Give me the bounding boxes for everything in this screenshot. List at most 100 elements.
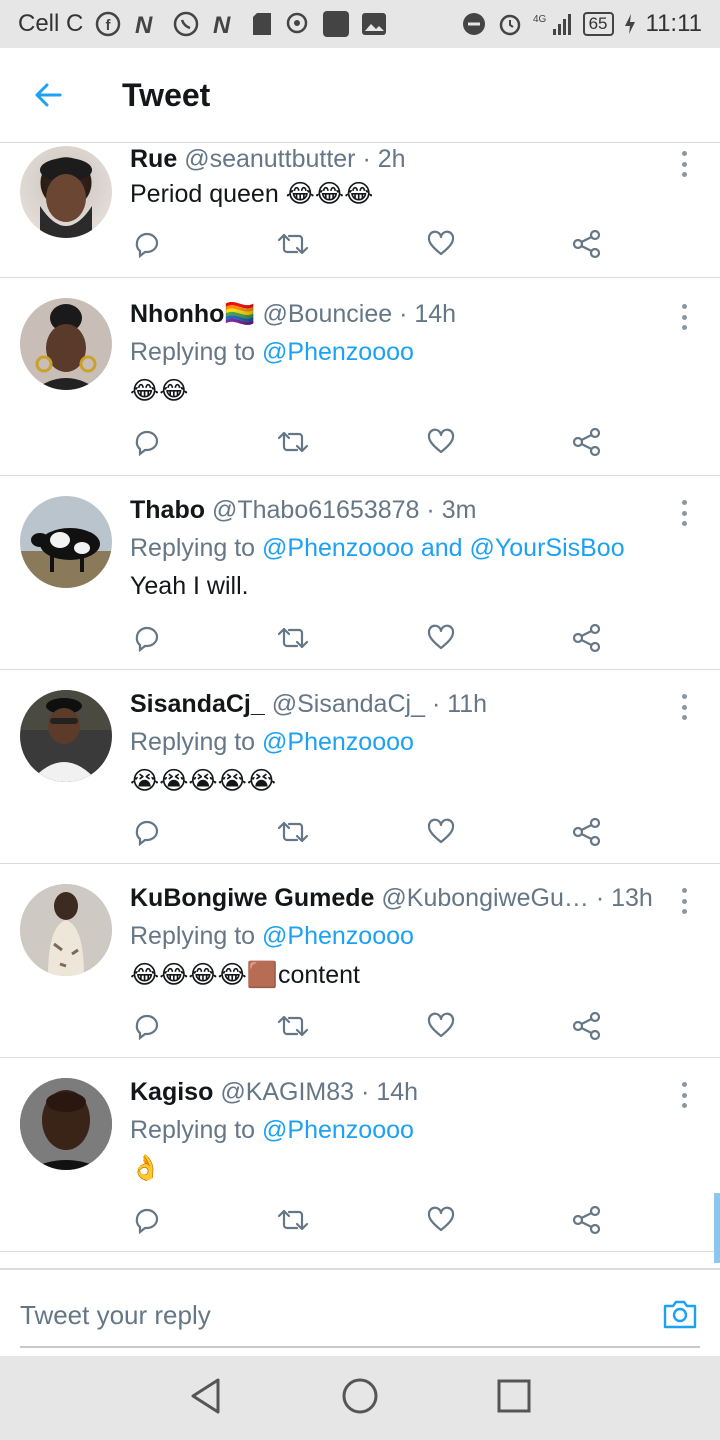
replying-to: Replying to @Phenzoooo <box>130 922 414 951</box>
reply-button[interactable] <box>130 621 164 655</box>
tweet-item[interactable]: SisandaCj_ @SisandaCj_ · 11h Replying to… <box>0 670 720 864</box>
separator-dot: · <box>426 496 435 524</box>
heart-icon <box>427 818 455 844</box>
camera-button[interactable] <box>662 1296 698 1332</box>
heart-icon <box>427 1206 455 1232</box>
like-button[interactable] <box>424 1203 458 1237</box>
like-button[interactable] <box>424 621 458 655</box>
reply-composer: Tweet your reply <box>0 1268 720 1358</box>
more-vertical-icon[interactable] <box>674 149 694 179</box>
tweet-text: 👌 <box>130 1154 162 1182</box>
svg-text:N: N <box>135 12 153 36</box>
like-button[interactable] <box>424 227 458 261</box>
author-handle[interactable]: @seanuttbutter <box>184 145 355 173</box>
nav-back-button[interactable] <box>188 1376 224 1421</box>
reply-button[interactable] <box>130 1203 164 1237</box>
author-handle[interactable]: @KubongiweGu… <box>381 884 588 912</box>
like-button[interactable] <box>424 815 458 849</box>
dnd-icon <box>461 11 487 37</box>
tweet-header: Kagiso @KAGIM83 · 14h <box>130 1078 660 1107</box>
reply-button[interactable] <box>130 815 164 849</box>
svg-text:f: f <box>106 17 112 34</box>
avatar[interactable] <box>20 146 112 238</box>
author-handle[interactable]: @KAGIM83 <box>220 1078 354 1106</box>
share-button[interactable] <box>570 815 604 849</box>
avatar[interactable] <box>20 690 112 782</box>
more-vertical-icon[interactable] <box>674 692 694 722</box>
avatar[interactable] <box>20 884 112 976</box>
tweet-time: 3m <box>441 496 477 524</box>
tweet-item[interactable]: KuBongiwe Gumede @KubongiweGu… · 13h Rep… <box>0 864 720 1058</box>
retweet-button[interactable] <box>276 1009 310 1043</box>
back-button[interactable] <box>0 48 96 143</box>
tweet-item[interactable]: Nhonho🏳️‍🌈 @Bounciee · 14h Replying to @… <box>0 278 720 476</box>
author-handle[interactable]: @Bounciee <box>263 300 393 328</box>
avatar[interactable] <box>20 496 112 588</box>
avatar[interactable] <box>20 298 112 390</box>
nav-home-button[interactable] <box>340 1376 380 1421</box>
share-button[interactable] <box>570 1203 604 1237</box>
reply-icon <box>135 430 159 456</box>
news-icon-2: N <box>211 12 239 36</box>
tweet-text: Period queen 😂😂😂 <box>130 180 374 208</box>
sd-card-icon <box>251 11 273 37</box>
author-name[interactable]: Rue <box>130 145 177 173</box>
like-button[interactable] <box>424 1009 458 1043</box>
separator-dot: · <box>361 1078 370 1106</box>
retweet-button[interactable] <box>276 815 310 849</box>
reply-button[interactable] <box>130 425 164 459</box>
replies-list[interactable]: Rue @seanuttbutter · 2h Period queen 😂😂😂… <box>0 143 720 1253</box>
arrow-left-icon <box>35 83 62 107</box>
author-name[interactable]: Thabo <box>130 496 205 524</box>
mention-link[interactable]: @Phenzoooo <box>262 338 414 366</box>
retweet-icon <box>277 627 309 649</box>
reply-input[interactable]: Tweet your reply <box>20 1300 211 1331</box>
camera-icon <box>663 1300 697 1329</box>
author-handle[interactable]: @SisandaCj_ <box>272 690 425 718</box>
tweet-item[interactable]: Rue @seanuttbutter · 2h Period queen 😂😂😂 <box>0 143 720 278</box>
author-name[interactable]: Nhonho🏳️‍🌈 <box>130 300 256 328</box>
retweet-button[interactable] <box>276 621 310 655</box>
input-underline <box>20 1346 700 1348</box>
reply-button[interactable] <box>130 227 164 261</box>
separator-dot: · <box>362 145 371 173</box>
author-name[interactable]: KuBongiwe Gumede <box>130 884 374 912</box>
retweet-icon <box>277 431 309 453</box>
share-button[interactable] <box>570 227 604 261</box>
author-name[interactable]: Kagiso <box>130 1078 213 1106</box>
share-button[interactable] <box>570 425 604 459</box>
more-vertical-icon[interactable] <box>674 886 694 916</box>
tweet-actions <box>130 1203 610 1243</box>
replying-to-label: Replying to <box>130 534 256 562</box>
mention-link[interactable]: @Phenzoooo and @YourSisBoo <box>262 534 625 562</box>
heart-icon <box>427 230 455 256</box>
hotspot-icon <box>285 11 311 37</box>
author-handle[interactable]: @Thabo61653878 <box>212 496 420 524</box>
nav-recents-button[interactable] <box>496 1378 532 1419</box>
mention-link[interactable]: @Phenzoooo <box>262 728 414 756</box>
retweet-button[interactable] <box>276 227 310 261</box>
whatsapp-icon <box>173 11 199 37</box>
share-button[interactable] <box>570 621 604 655</box>
scrollbar-thumb[interactable] <box>714 1193 720 1263</box>
share-button[interactable] <box>570 1009 604 1043</box>
tweet-time: 14h <box>376 1078 419 1106</box>
tweet-text: 😂😂 <box>130 377 189 405</box>
more-vertical-icon[interactable] <box>674 1080 694 1110</box>
more-vertical-icon[interactable] <box>674 498 694 528</box>
retweet-button[interactable] <box>276 425 310 459</box>
retweet-button[interactable] <box>276 1203 310 1237</box>
reply-button[interactable] <box>130 1009 164 1043</box>
avatar[interactable] <box>20 1078 112 1170</box>
like-button[interactable] <box>424 425 458 459</box>
tweet-time: 11h <box>447 690 488 718</box>
triangle-back-icon <box>191 1378 220 1413</box>
reply-icon <box>135 232 159 258</box>
tweet-item[interactable]: Thabo @Thabo61653878 · 3m Replying to @P… <box>0 476 720 670</box>
tweet-item[interactable]: Kagiso @KAGIM83 · 14h Replying to @Phenz… <box>0 1058 720 1252</box>
author-name[interactable]: SisandaCj_ <box>130 690 265 718</box>
mention-link[interactable]: @Phenzoooo <box>262 922 414 950</box>
more-vertical-icon[interactable] <box>674 302 694 332</box>
mention-link[interactable]: @Phenzoooo <box>262 1116 414 1144</box>
alarm-icon <box>497 11 523 37</box>
